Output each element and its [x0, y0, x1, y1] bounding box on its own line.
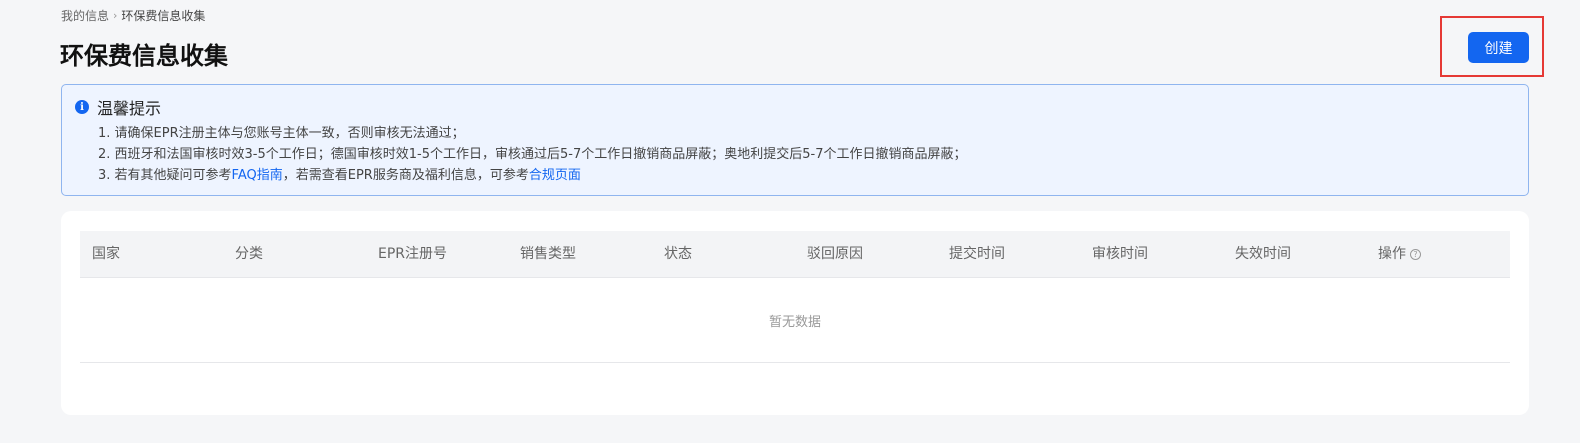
column-header-sales-type: 销售类型: [520, 246, 576, 262]
column-header-epr-number: EPR注册号: [378, 246, 448, 262]
column-header-actions: 操作?: [1378, 231, 1421, 278]
help-icon[interactable]: ?: [1410, 248, 1421, 260]
create-button[interactable]: 创建: [1468, 32, 1529, 63]
table-header: 国家 分类 EPR注册号 销售类型 状态 驳回原因 提交时间 审核时间 失效时间…: [80, 231, 1510, 278]
column-header-reject-reason: 驳回原因: [807, 246, 863, 262]
column-header-expire-time: 失效时间: [1235, 246, 1291, 262]
page-title: 环保费信息收集: [60, 42, 228, 70]
table-bottom-divider: [80, 362, 1510, 363]
column-header-category: 分类: [235, 246, 263, 262]
info-icon: i: [75, 100, 89, 114]
breadcrumb-separator: ›: [113, 9, 118, 22]
column-header-country: 国家: [92, 246, 120, 262]
faq-guide-link[interactable]: FAQ指南: [232, 168, 283, 183]
tip-line-1: 1. 请确保EPR注册主体与您账号主体一致，否则审核无法通过；: [98, 126, 465, 141]
column-header-actions-label: 操作: [1378, 246, 1406, 262]
column-header-status: 状态: [664, 246, 692, 262]
tip-header: i 温馨提示: [75, 95, 161, 119]
tip-line-3: 3. 若有其他疑问可参考FAQ指南，若需查看EPR服务商及福利信息，可参考合规页…: [98, 165, 966, 186]
breadcrumb: 我的信息 › 环保费信息收集: [61, 7, 205, 24]
tip-line-2: 2. 西班牙和法国审核时效3-5个工作日；德国审核时效1-5个工作日，审核通过后…: [98, 147, 967, 162]
tip-line-3-prefix: 3. 若有其他疑问可参考: [98, 168, 232, 183]
compliance-page-link[interactable]: 合规页面: [529, 168, 581, 183]
empty-state-text: 暂无数据: [768, 315, 821, 330]
breadcrumb-current: 环保费信息收集: [121, 9, 206, 23]
breadcrumb-parent-link[interactable]: 我的信息: [61, 7, 109, 24]
tip-lines: 1. 请确保EPR注册主体与您账号主体一致，否则审核无法通过； 2. 西班牙和法…: [98, 123, 966, 186]
column-header-review-time: 审核时间: [1092, 246, 1148, 262]
column-header-submit-time: 提交时间: [949, 246, 1005, 262]
tip-title: 温馨提示: [97, 99, 162, 118]
tip-line-3-middle: ，若需查看EPR服务商及福利信息，可参考: [282, 168, 529, 183]
tip-panel: i 温馨提示 1. 请确保EPR注册主体与您账号主体一致，否则审核无法通过； 2…: [61, 84, 1529, 196]
records-table-card: 国家 分类 EPR注册号 销售类型 状态 驳回原因 提交时间 审核时间 失效时间…: [61, 211, 1529, 415]
